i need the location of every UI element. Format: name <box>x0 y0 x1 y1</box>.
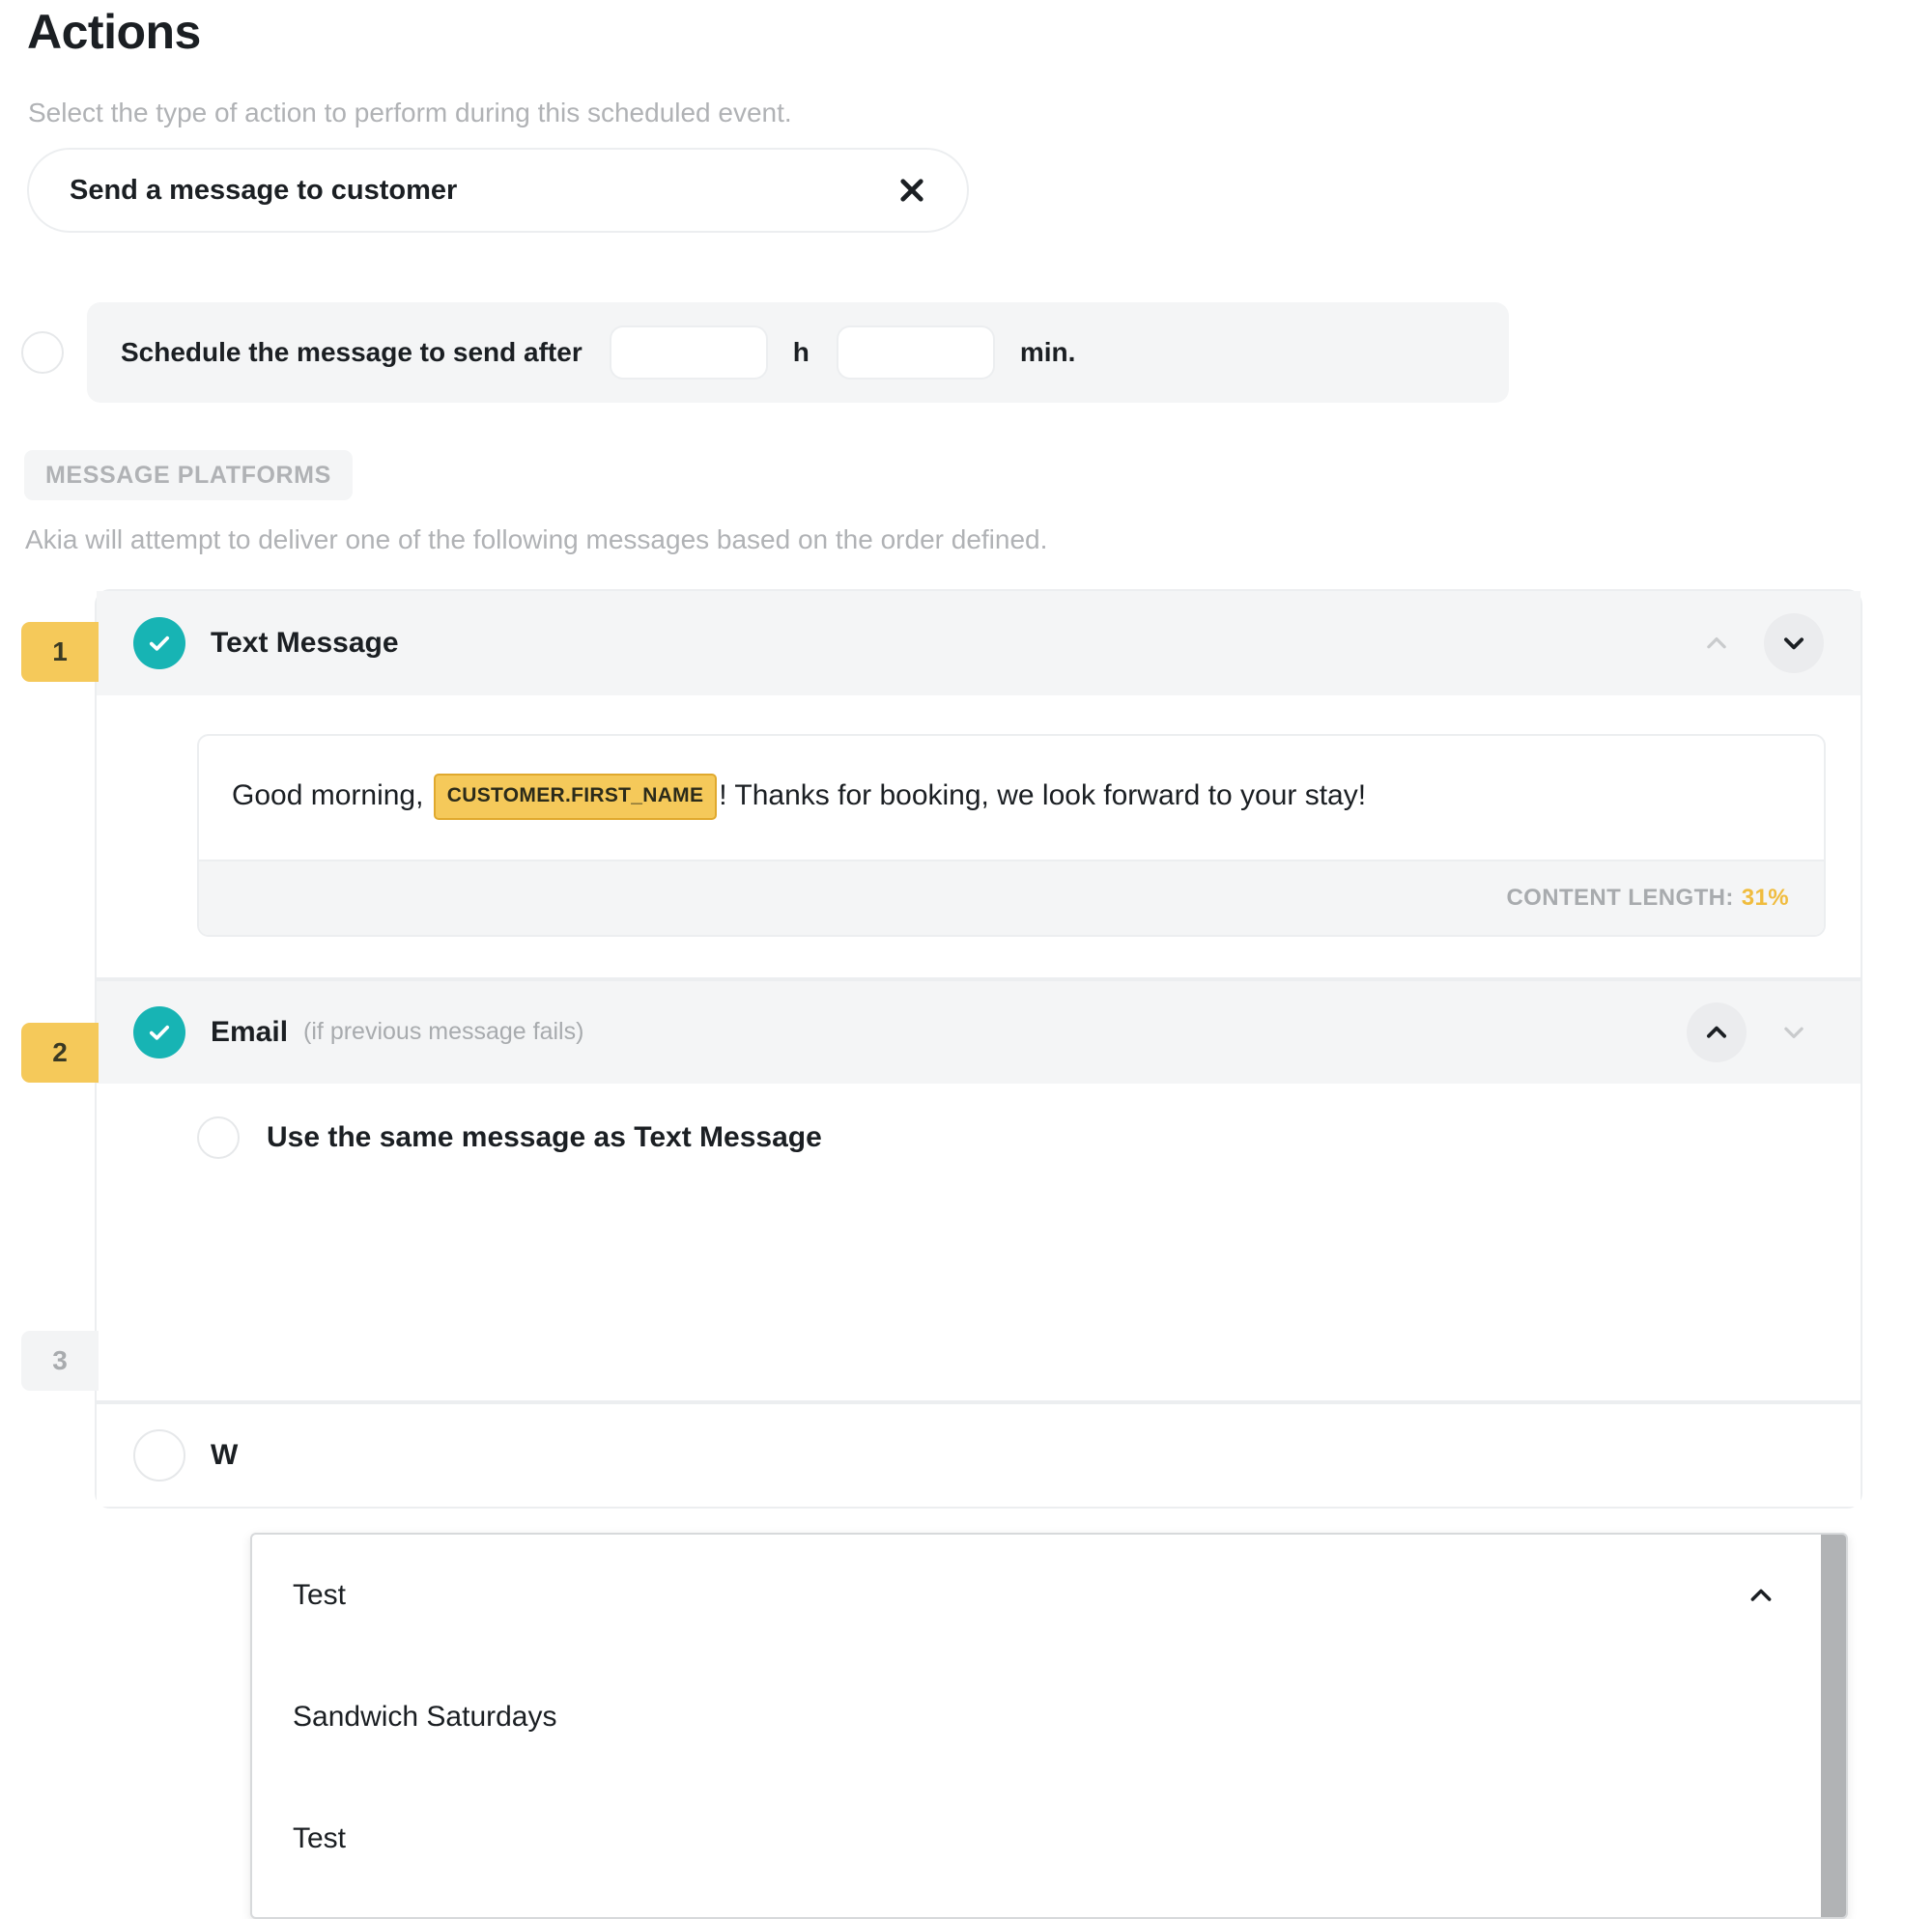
same-message-radio[interactable] <box>197 1115 240 1159</box>
move-up-icon[interactable] <box>1687 1002 1747 1062</box>
dropdown-option-label: Sandwich Saturdays <box>293 1701 557 1733</box>
check-icon[interactable] <box>133 617 185 669</box>
schedule-minutes-input[interactable] <box>836 325 995 380</box>
platform-order-badge-3: 3 <box>21 1331 99 1391</box>
platform-title-email: Email <box>211 1015 289 1048</box>
message-prefix: Good morning, <box>232 779 432 811</box>
platform-order-badge-2: 2 <box>21 1023 99 1083</box>
message-editor[interactable]: Good morning, CUSTOMER.FIRST_NAME! Thank… <box>197 734 1826 937</box>
message-content[interactable]: Good morning, CUSTOMER.FIRST_NAME! Thank… <box>199 736 1824 860</box>
platform-title-text-message: Text Message <box>211 627 399 659</box>
action-type-select[interactable]: Send a message to customer <box>27 148 969 233</box>
dropdown-selected-item[interactable]: Test <box>252 1535 1846 1656</box>
content-length-label: CONTENT LENGTH: <box>1506 884 1734 911</box>
schedule-hours-input[interactable] <box>609 325 768 380</box>
reorder-controls-text-message <box>1687 613 1824 673</box>
schedule-row: Schedule the message to send after h min… <box>87 302 1509 403</box>
same-message-radio-label: Use the same message as Text Message <box>267 1120 822 1153</box>
email-template-select-area <box>197 1159 1826 1362</box>
variable-token[interactable]: CUSTOMER.FIRST_NAME <box>433 774 718 821</box>
platform-body-email: Use the same message as Text Message <box>97 1083 1861 1400</box>
content-length-footer: CONTENT LENGTH: 31% <box>199 859 1824 935</box>
dropdown-selected-label: Test <box>293 1579 347 1611</box>
platform-card-header-email[interactable]: Email (if previous message fails) <box>97 978 1861 1084</box>
platform-body-text-message: Good morning, CUSTOMER.FIRST_NAME! Thank… <box>97 695 1861 977</box>
platform-cards: Text Message Good morning, CUSTOMER.FIRS… <box>95 589 1862 1509</box>
message-platforms-chip: MESSAGE PLATFORMS <box>24 450 353 500</box>
schedule-label: Schedule the message to send after <box>121 337 582 367</box>
hours-unit-label: h <box>792 337 810 367</box>
platform-title-web: W <box>211 1438 239 1471</box>
dropdown-option[interactable]: Sandwich Saturdays <box>252 1656 1846 1778</box>
minutes-unit-label: min. <box>1019 337 1076 367</box>
chevron-up-icon[interactable] <box>1746 1580 1776 1611</box>
platform-card-text-message: Text Message Good morning, CUSTOMER.FIRS… <box>95 589 1862 977</box>
platform-order-badge-1: 1 <box>21 622 99 682</box>
dropdown-option[interactable]: Test <box>252 1778 1846 1900</box>
email-template-dropdown[interactable]: Test Sandwich Saturdays Test <box>250 1533 1848 1919</box>
page-subtitle: Select the type of action to perform dur… <box>28 98 792 127</box>
action-type-value: Send a message to customer <box>70 174 458 206</box>
platform-subtitle-email: (if previous message fails) <box>303 1018 584 1046</box>
platform-card-web: W <box>95 1399 1862 1509</box>
content-length-value: 31% <box>1741 884 1789 911</box>
platform-card-email: Email (if previous message fails) Use th <box>95 976 1862 1400</box>
close-icon[interactable] <box>895 174 928 207</box>
move-down-icon[interactable] <box>1764 613 1824 673</box>
checkbox-icon[interactable] <box>133 1428 185 1482</box>
platform-card-header-web[interactable]: W <box>97 1401 1861 1507</box>
move-down-icon <box>1764 1002 1824 1062</box>
dropdown-scrollbar[interactable] <box>1821 1535 1846 1917</box>
same-message-radio-row[interactable]: Use the same message as Text Message <box>197 1115 1826 1159</box>
check-icon[interactable] <box>133 1005 185 1058</box>
reorder-controls-email <box>1687 1002 1824 1062</box>
message-platforms-description: Akia will attempt to deliver one of the … <box>25 524 1048 554</box>
page-title: Actions <box>27 5 201 59</box>
platform-card-header-text-message[interactable]: Text Message <box>97 591 1861 695</box>
dropdown-option-label: Test <box>293 1822 347 1854</box>
message-suffix: ! Thanks for booking, we look forward to… <box>719 779 1367 811</box>
move-up-icon <box>1687 613 1747 673</box>
schedule-radio[interactable] <box>21 331 64 374</box>
